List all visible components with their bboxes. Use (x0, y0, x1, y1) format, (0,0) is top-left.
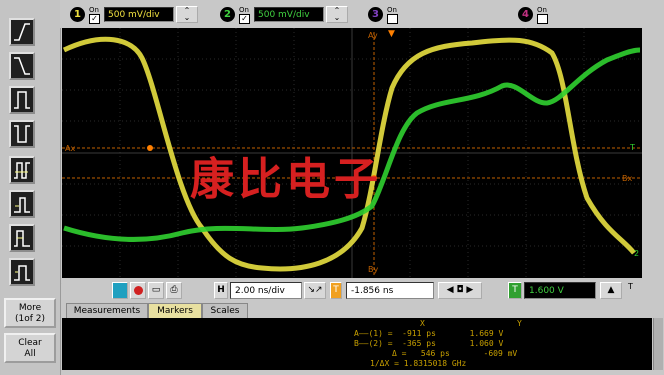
channel-1-checkbox[interactable]: ✓ (89, 14, 100, 24)
marker-by-label: By (368, 265, 378, 274)
frequency-icon (14, 197, 30, 213)
period-button[interactable] (9, 156, 35, 184)
trigger-position-icon[interactable]: ▼ (388, 29, 395, 39)
timebase-spinner[interactable]: ↘↗ (304, 282, 326, 299)
delay-stepper[interactable]: ◀ ◘ ▶ (438, 282, 482, 299)
channel-2-checkbox[interactable]: ✓ (239, 14, 250, 24)
period-icon (14, 162, 30, 179)
channel-1-badge[interactable]: 1 (70, 7, 85, 22)
timebase-field[interactable]: 2.00 ns/div (230, 282, 302, 299)
rising-edge-button[interactable] (9, 18, 35, 46)
marker-b-readout: B——(2) = -365 ps 1.060 V (354, 339, 504, 348)
channel-4-group: 4 On (518, 4, 558, 24)
channel-2-scale-spinner[interactable]: ⌃ ⌄ (326, 6, 348, 23)
falling-edge-icon (14, 57, 30, 75)
duty-cycle-icon (14, 230, 30, 247)
clear-label: Clear (18, 338, 42, 348)
negative-pulse-icon (14, 125, 30, 143)
frequency-button[interactable] (9, 190, 35, 218)
more-button[interactable]: More (1of 2) (4, 298, 56, 328)
channel-2-ground-label: 2 (634, 249, 639, 258)
pulse-width-negative-button[interactable] (9, 120, 35, 148)
right-t-marker: T (628, 282, 633, 291)
marker-frequency-readout: 1/ΔX = 1.8315018 GHz (370, 359, 467, 368)
left-toolbar: More (1of 2) Clear All (0, 0, 61, 375)
marker-ax-label: Ax (65, 144, 75, 153)
channel-1-onoff[interactable]: On ✓ (89, 6, 101, 24)
channel-2-badge[interactable]: 2 (220, 7, 235, 22)
marker-a-readout: A——(1) = -911 ps 1.669 V (354, 329, 504, 338)
pulse-width-positive-button[interactable] (9, 86, 35, 114)
run-button[interactable] (112, 282, 128, 299)
marker-ay-label: Ay (368, 31, 378, 40)
channel-4-checkbox[interactable] (537, 14, 548, 24)
marker-a-point[interactable] (147, 145, 153, 151)
rise-time-icon (14, 265, 30, 281)
control-bar: ▭ ⎙ H 2.00 ns/div ↘↗ T -1.856 ns ◀ ◘ ▶ T… (62, 280, 662, 302)
trigger-level-label: T (629, 143, 635, 152)
channel-1-group: 1 On ✓ 500 mV/div ⌃ ⌄ (70, 4, 210, 24)
channel-2-scale-field[interactable]: 500 mV/div (254, 7, 324, 22)
stop-icon (133, 286, 143, 295)
tab-markers[interactable]: Markers (148, 303, 202, 319)
clear-all-button[interactable]: Clear All (4, 333, 56, 363)
single-button[interactable]: ▭ (148, 282, 164, 299)
positive-pulse-icon (14, 91, 30, 109)
all-label: All (24, 349, 36, 359)
channel-1-scale-spinner[interactable]: ⌃ ⌄ (176, 6, 198, 23)
channel-2-onoff[interactable]: On ✓ (239, 6, 251, 24)
channel-4-on-label: On (537, 6, 547, 14)
marker-delta-readout: Δ = 546 ps -609 mV (392, 349, 518, 358)
falling-edge-button[interactable] (9, 52, 35, 80)
rising-edge-icon (14, 23, 30, 41)
more-label: More (18, 303, 42, 313)
delay-field[interactable]: -1.856 ns (346, 282, 434, 299)
trigger-level-field[interactable]: 1.600 V (524, 282, 596, 299)
more-page-label: (1of 2) (14, 314, 45, 324)
channel-4-onoff[interactable]: On (537, 6, 549, 24)
channel-3-checkbox[interactable] (387, 14, 398, 24)
marker-bx-label: Bx (622, 174, 632, 183)
print-button[interactable]: ⎙ (166, 282, 182, 299)
channel-2-group: 2 On ✓ 500 mV/div ⌃ ⌄ (220, 4, 360, 24)
bottom-tabs: Measurements Markers Scales (62, 303, 662, 319)
channel-1-on-label: On (89, 6, 99, 14)
channel-3-badge[interactable]: 3 (368, 7, 383, 22)
channel-3-group: 3 On (368, 4, 408, 24)
tab-scales[interactable]: Scales (202, 303, 248, 319)
markers-x-header: X (420, 319, 425, 328)
channel-4-badge[interactable]: 4 (518, 7, 533, 22)
duty-cycle-button[interactable] (9, 224, 35, 252)
horizontal-label[interactable]: H (214, 282, 228, 299)
delay-trigger-icon[interactable]: T (330, 282, 342, 299)
markers-y-header: Y (517, 319, 522, 328)
channel-3-on-label: On (387, 6, 397, 14)
channel-1-scale-field[interactable]: 500 mV/div (104, 7, 174, 22)
tab-measurements[interactable]: Measurements (66, 303, 148, 319)
watermark-text: 康比电子 (190, 154, 382, 205)
rise-time-button[interactable] (9, 258, 35, 286)
trigger-level-spinner[interactable]: ▲ (600, 282, 622, 299)
markers-panel: X Y A——(1) = -911 ps 1.669 V B——(2) = -3… (62, 318, 652, 370)
channel-3-onoff[interactable]: On (387, 6, 399, 24)
markers-scrollbar[interactable] (653, 318, 663, 370)
channel-bar: 1 On ✓ 500 mV/div ⌃ ⌄ 2 On ✓ 500 mV/div ⌃ ⌄ … (60, 0, 664, 28)
channel-2-on-label: On (239, 6, 249, 14)
trigger-source-icon[interactable]: T (508, 282, 522, 299)
stop-button[interactable] (130, 282, 146, 299)
